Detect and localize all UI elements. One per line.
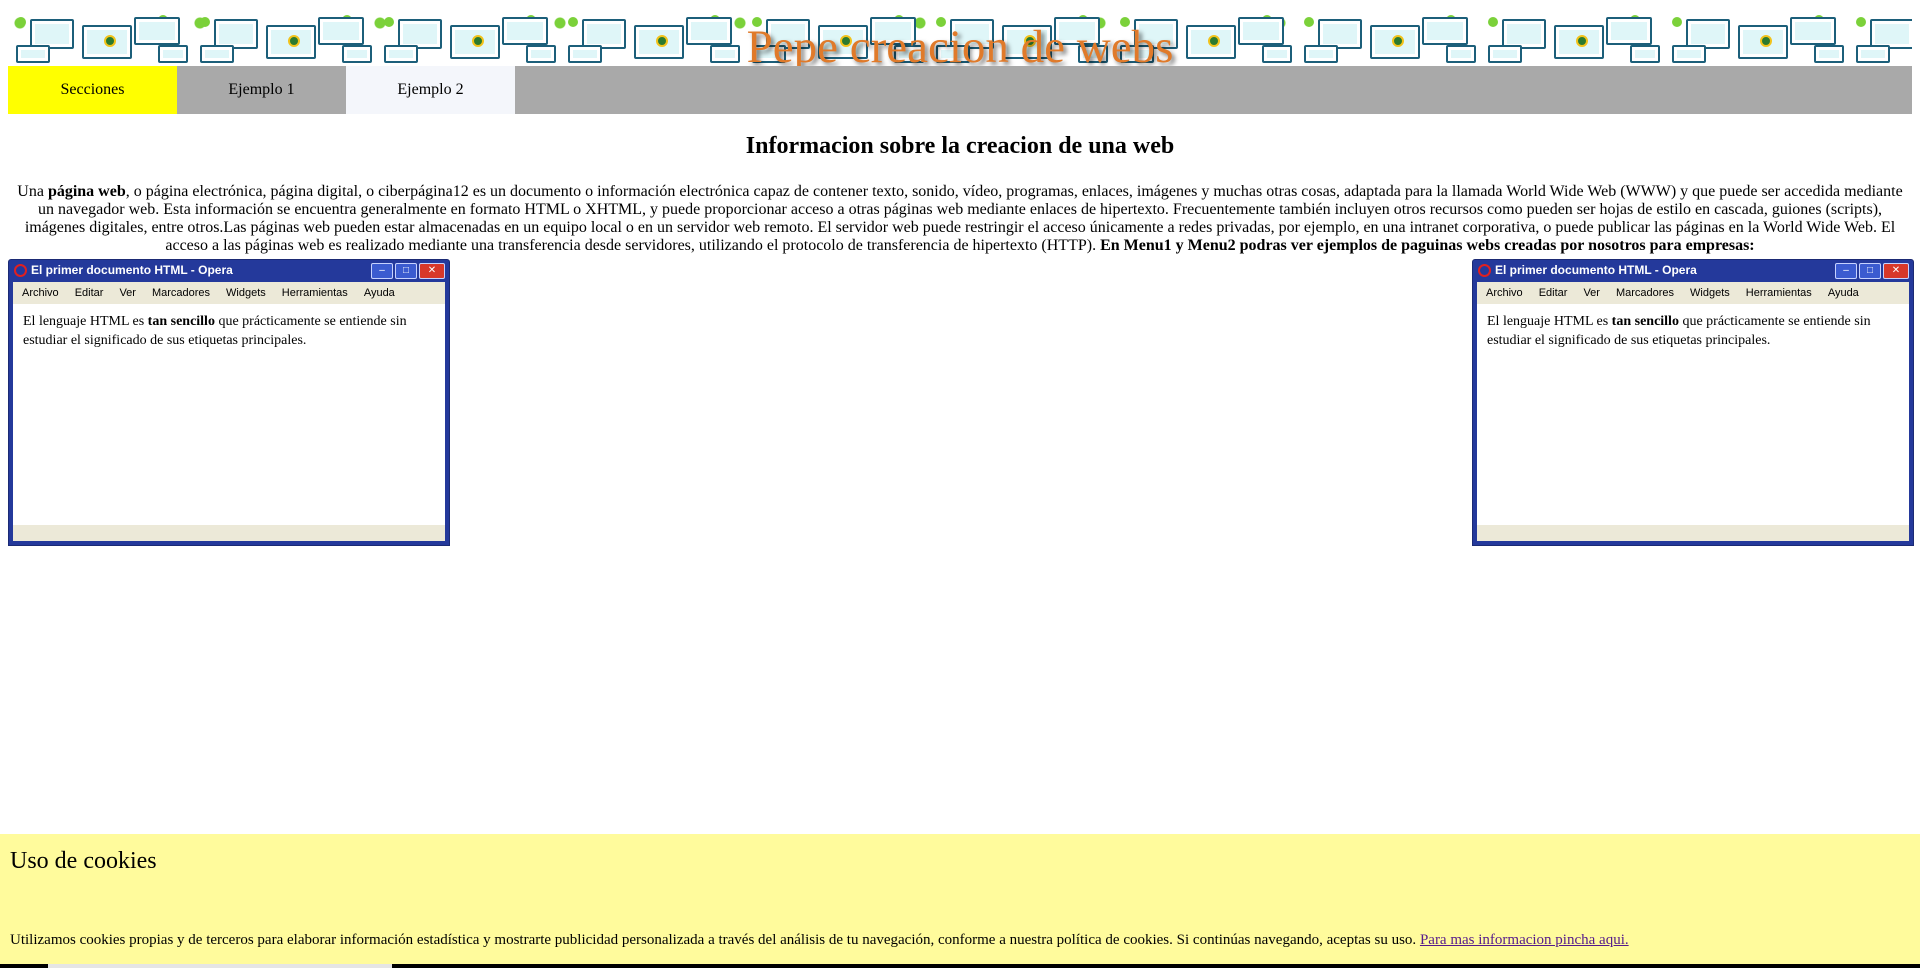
menu-widgets: Widgets: [226, 287, 266, 299]
cookie-banner: Uso de cookies Utilizamos cookies propia…: [0, 834, 1920, 968]
bottom-bar-segment: [48, 964, 392, 968]
header-banner: Pepe creacion de webs: [8, 11, 1912, 66]
cookie-more-info-link[interactable]: Para mas informacion pincha aqui.: [1420, 932, 1629, 948]
content-bold: tan sencillo: [147, 314, 215, 329]
menu-editar: Editar: [1538, 287, 1568, 299]
menu-archivo: Archivo: [1486, 287, 1523, 299]
opera-window-image-left: El primer documento HTML - Opera – □ ✕ A…: [8, 259, 450, 546]
main-nav: Secciones Ejemplo 1 Ejemplo 2: [8, 66, 1912, 114]
window-title: El primer documento HTML - Opera: [31, 263, 233, 277]
close-icon: ✕: [1883, 263, 1909, 279]
menu-widgets: Widgets: [1690, 287, 1730, 299]
close-icon: ✕: [419, 263, 445, 279]
intro-paragraph: Una página web, o página electrónica, pá…: [14, 183, 1906, 255]
content-bold: tan sencillo: [1611, 314, 1679, 329]
menu-ver: Ver: [119, 287, 136, 299]
maximize-icon: □: [1859, 263, 1881, 279]
content-text-1: El lenguaje HTML es: [1487, 314, 1612, 329]
intro-bold-2: En Menu1 y Menu2 podras ver ejemplos de …: [1100, 237, 1755, 254]
window-statusbar: [1477, 525, 1909, 541]
intro-text-1: Una: [17, 183, 48, 200]
nav-item-secciones[interactable]: Secciones: [8, 66, 177, 114]
page-heading: Informacion sobre la creacion de una web: [745, 133, 1175, 159]
cookie-text: Utilizamos cookies propias y de terceros…: [10, 932, 1420, 948]
window-menubar: Archivo Editar Ver Marcadores Widgets Herrami…: [1477, 282, 1909, 304]
opera-window-image-right: El primer documento HTML - Opera – □ ✕ A…: [1472, 259, 1914, 546]
menu-ayuda: Ayuda: [363, 287, 395, 299]
content-text-1: El lenguaje HTML es: [23, 314, 148, 329]
window-title: El primer documento HTML - Opera: [1495, 263, 1697, 277]
minimize-icon: –: [371, 263, 393, 279]
nav-item-ejemplo-2[interactable]: Ejemplo 2: [346, 66, 515, 114]
menu-marcadores: Marcadores: [151, 287, 211, 299]
menu-herramientas: Herramientas: [281, 287, 348, 299]
opera-logo-icon: [1478, 264, 1491, 277]
cookie-title: Uso de cookies: [10, 848, 157, 874]
minimize-icon: –: [1835, 263, 1857, 279]
window-content: El lenguaje HTML es tan sencillo que prá…: [1477, 304, 1909, 525]
menu-archivo: Archivo: [22, 287, 59, 299]
menu-editar: Editar: [74, 287, 104, 299]
opera-logo-icon: [14, 264, 27, 277]
menu-herramientas: Herramientas: [1745, 287, 1812, 299]
bottom-bar: [0, 964, 1920, 968]
intro-bold-1: página web: [47, 183, 126, 200]
window-menubar: Archivo Editar Ver Marcadores Widgets Herrami…: [13, 282, 445, 304]
menu-marcadores: Marcadores: [1615, 287, 1675, 299]
cookie-text-block: Utilizamos cookies propias y de terceros…: [10, 932, 1629, 949]
window-titlebar: El primer documento HTML - Opera – □ ✕: [1473, 260, 1913, 280]
nav-item-ejemplo-1[interactable]: Ejemplo 1: [177, 66, 346, 114]
maximize-icon: □: [395, 263, 417, 279]
window-content: El lenguaje HTML es tan sencillo que prá…: [13, 304, 445, 525]
window-titlebar: El primer documento HTML - Opera – □ ✕: [9, 260, 449, 280]
site-title: Pepe creacion de webs: [746, 21, 1174, 66]
window-statusbar: [13, 525, 445, 541]
menu-ver: Ver: [1583, 287, 1600, 299]
menu-ayuda: Ayuda: [1827, 287, 1859, 299]
